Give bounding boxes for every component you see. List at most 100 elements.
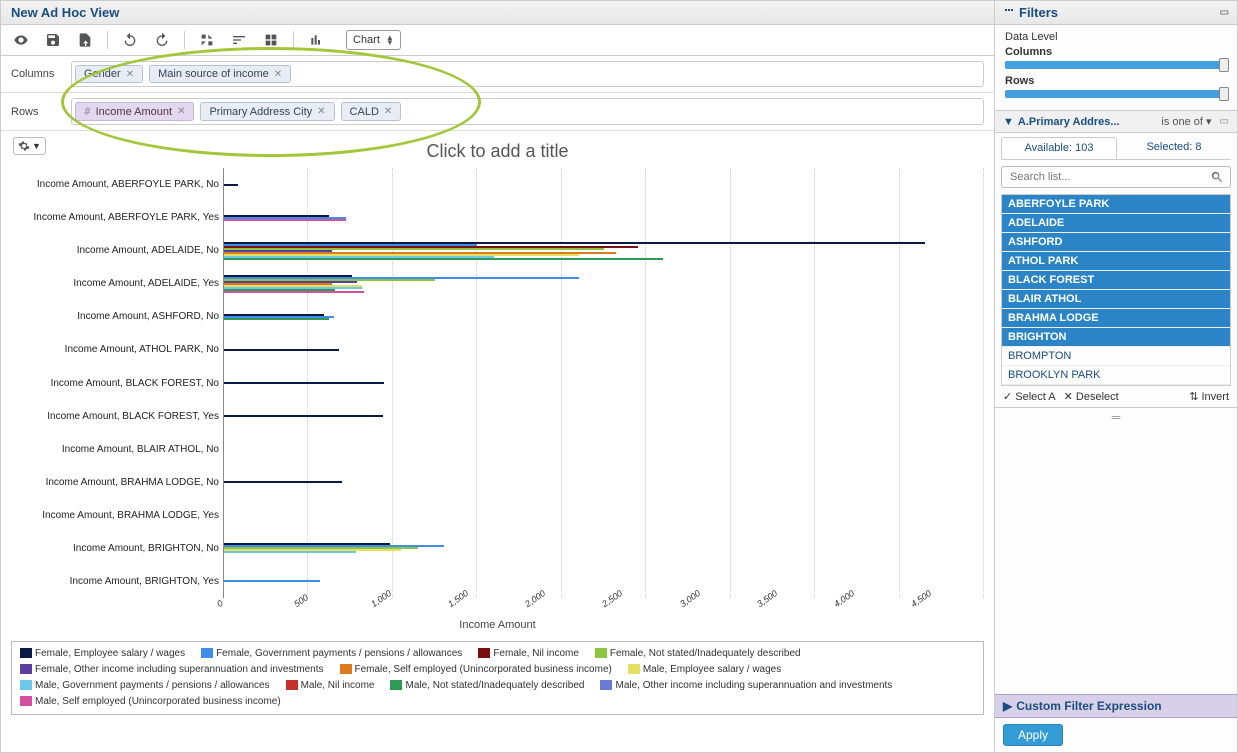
view-title: New Ad Hoc View <box>1 1 994 25</box>
columns-slider-label: Columns <box>1005 46 1052 58</box>
category-label: Income Amount, BLACK FOREST, No <box>5 366 223 399</box>
category-label: Income Amount, BRIGHTON, No <box>5 532 223 565</box>
columns-slider[interactable] <box>1005 61 1227 69</box>
pivot-icon[interactable] <box>197 30 217 50</box>
rows-slider-label: Rows <box>1005 75 1034 87</box>
chart-plot <box>223 168 984 598</box>
list-item[interactable]: BLAIR ATHOL <box>1002 290 1230 309</box>
tab-available[interactable]: Available: 103 <box>1001 137 1117 159</box>
legend-item[interactable]: Male, Other income including superannuat… <box>600 678 892 694</box>
chart-title[interactable]: Click to add a title <box>1 131 994 168</box>
select-all-button[interactable]: ✓ Select A <box>1003 390 1056 403</box>
bar[interactable] <box>224 551 356 553</box>
filter-title: A.Primary Addres... <box>1018 116 1157 128</box>
invert-button[interactable]: ⇅ Invert <box>1189 390 1229 403</box>
bar[interactable] <box>224 184 238 186</box>
eye-icon[interactable] <box>11 30 31 50</box>
list-item[interactable]: ABERFOYLE PARK <box>1002 195 1230 214</box>
list-item[interactable]: BLACK FOREST <box>1002 271 1230 290</box>
x-axis-label: Income Amount <box>1 619 994 631</box>
category-label: Income Amount, BLAIR ATHOL, No <box>5 433 223 466</box>
chart-legend: Female, Employee salary / wages Female, G… <box>11 641 984 715</box>
remove-chip-icon[interactable]: ✕ <box>274 69 282 80</box>
legend-item[interactable]: Female, Not stated/Inadequately describe… <box>595 646 801 662</box>
row-chip[interactable]: Primary Address City✕ <box>200 102 334 121</box>
category-label: Income Amount, ADELAIDE, Yes <box>5 267 223 300</box>
undo-icon[interactable] <box>120 30 140 50</box>
minimize-icon[interactable]: ▭ <box>1220 7 1229 18</box>
search-icon[interactable] <box>1210 170 1224 184</box>
legend-item[interactable]: Male, Government payments / pensions / a… <box>20 678 270 694</box>
filters-icon <box>1003 7 1015 19</box>
list-item[interactable]: ASHFORD <box>1002 233 1230 252</box>
legend-item[interactable]: Male, Self employed (Unincorporated busi… <box>20 694 281 710</box>
bar[interactable] <box>224 318 329 320</box>
remove-chip-icon[interactable]: ✕ <box>317 106 325 117</box>
remove-chip-icon[interactable]: ✕ <box>384 106 392 117</box>
custom-filter-expression[interactable]: ▶Custom Filter Expression <box>995 694 1237 718</box>
collapse-icon[interactable]: ▼ <box>1003 116 1014 128</box>
row-chip[interactable]: CALD✕ <box>341 102 402 121</box>
bar[interactable] <box>224 580 320 582</box>
rows-slider[interactable] <box>1005 90 1227 98</box>
apply-button[interactable]: Apply <box>1003 724 1063 746</box>
legend-item[interactable]: Female, Self employed (Unincorporated bu… <box>340 662 612 678</box>
export-icon[interactable] <box>75 30 95 50</box>
legend-item[interactable]: Female, Nil income <box>478 646 579 662</box>
legend-item[interactable]: Female, Other income including superannu… <box>20 662 324 678</box>
legend-item[interactable]: Male, Nil income <box>286 678 375 694</box>
category-label: Income Amount, ATHOL PARK, No <box>5 333 223 366</box>
filter-operator[interactable]: is one of ▾ <box>1161 115 1211 128</box>
legend-item[interactable]: Male, Employee salary / wages <box>628 662 781 678</box>
category-label: Income Amount, ASHFORD, No <box>5 300 223 333</box>
legend-item[interactable]: Female, Government payments / pensions /… <box>201 646 462 662</box>
list-item[interactable]: BRAHMA LODGE <box>1002 309 1230 328</box>
list-item[interactable]: ATHOL PARK <box>1002 252 1230 271</box>
column-chip[interactable]: Gender✕ <box>75 65 143 83</box>
category-label: Income Amount, ABERFOYLE PARK, Yes <box>5 201 223 234</box>
column-chip[interactable]: Main source of income✕ <box>149 65 291 83</box>
chart-settings-button[interactable]: ▼ <box>13 137 46 155</box>
tab-selected[interactable]: Selected: 8 <box>1117 137 1231 159</box>
redo-icon[interactable] <box>152 30 172 50</box>
remove-chip-icon[interactable]: ✕ <box>177 106 185 117</box>
bar[interactable] <box>224 481 342 483</box>
visualization-label: Chart <box>353 34 380 46</box>
save-icon[interactable] <box>43 30 63 50</box>
columns-dropzone[interactable]: Gender✕ Main source of income✕ <box>71 61 984 87</box>
bar[interactable] <box>224 258 663 260</box>
list-item[interactable]: ADELAIDE <box>1002 214 1230 233</box>
bar[interactable] <box>224 291 364 293</box>
x-axis-ticks: 05001,0001,5002,0002,5003,0003,5004,0004… <box>223 598 994 611</box>
category-label: Income Amount, BRAHMA LODGE, Yes <box>5 499 223 532</box>
drag-handle-icon[interactable]: ═ <box>995 408 1237 426</box>
bar[interactable] <box>224 382 384 384</box>
deselect-button[interactable]: ✕ Deselect <box>1064 390 1119 403</box>
grid-icon[interactable] <box>261 30 281 50</box>
sort-icon[interactable] <box>229 30 249 50</box>
columns-label: Columns <box>11 68 71 80</box>
filters-header: Filters ▭ <box>995 1 1237 25</box>
search-input[interactable] <box>1008 170 1210 184</box>
visualization-dropdown[interactable]: Chart ▲▼ <box>346 30 401 50</box>
y-axis-labels: Income Amount, ABERFOYLE PARK, NoIncome … <box>5 168 223 598</box>
bar[interactable] <box>224 415 383 417</box>
category-label: Income Amount, ABERFOYLE PARK, No <box>5 168 223 201</box>
filter-menu-icon[interactable]: ▭ <box>1220 116 1229 127</box>
bar[interactable] <box>224 349 339 351</box>
filter-values-list: ABERFOYLE PARKADELAIDEASHFORDATHOL PARKB… <box>1001 194 1231 386</box>
category-label: Income Amount, BLACK FOREST, Yes <box>5 400 223 433</box>
category-label: Income Amount, BRAHMA LODGE, No <box>5 466 223 499</box>
rows-dropzone[interactable]: #Income Amount✕ Primary Address City✕ CALD… <box>71 98 984 125</box>
bar[interactable] <box>224 219 346 221</box>
list-item[interactable]: BROOKLYN PARK <box>1002 366 1230 385</box>
rows-label: Rows <box>11 106 71 118</box>
list-item[interactable]: BROMPTON <box>1002 347 1230 366</box>
legend-item[interactable]: Male, Not stated/Inadequately described <box>390 678 584 694</box>
data-level-label: Data Level <box>1005 31 1227 43</box>
chart-type-icon[interactable] <box>306 30 326 50</box>
row-chip[interactable]: #Income Amount✕ <box>75 102 194 121</box>
list-item[interactable]: BRIGHTON <box>1002 328 1230 347</box>
remove-chip-icon[interactable]: ✕ <box>126 69 134 80</box>
legend-item[interactable]: Female, Employee salary / wages <box>20 646 185 662</box>
